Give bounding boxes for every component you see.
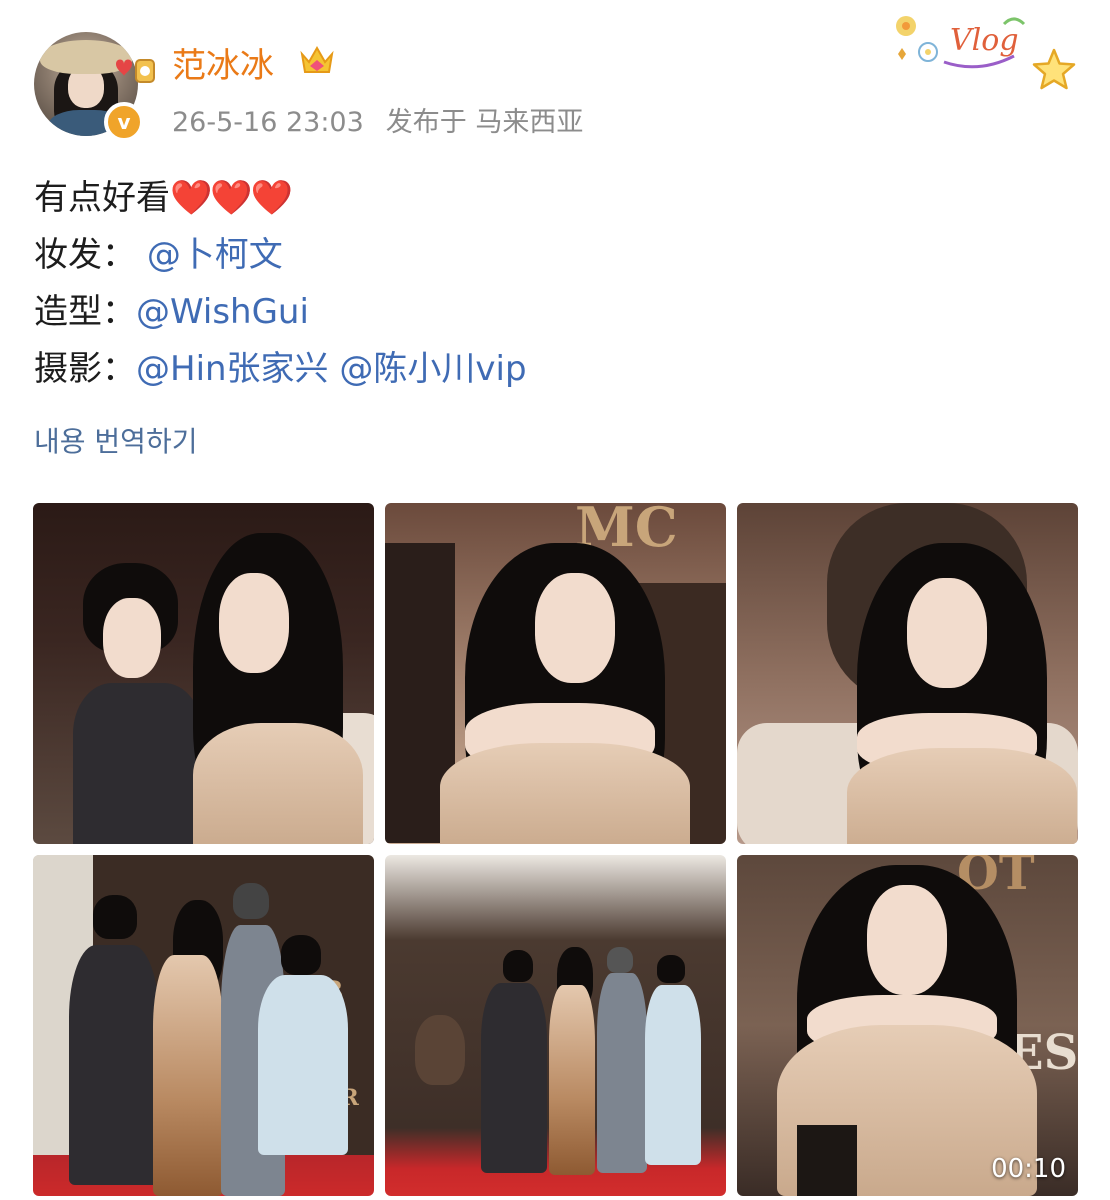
photo-figure — [549, 985, 595, 1175]
mention-makeup[interactable]: @卜柯文 — [147, 235, 283, 275]
photo-thumbnail-5[interactable] — [385, 855, 726, 1196]
photo-thumbnail-1[interactable] — [33, 503, 374, 844]
makeup-label: 妆发： — [34, 235, 136, 275]
photo-label: 摄影： — [34, 349, 136, 389]
avatar-frame-decoration-icon — [116, 59, 155, 83]
mention-photographer-2[interactable]: @陈小川vip — [339, 349, 526, 389]
photo-figure — [69, 945, 159, 1185]
photo-figure — [867, 885, 947, 995]
post-line-makeup: 妆发： @卜柯文 — [34, 227, 527, 284]
video-thumbnail[interactable]: OT ES 00:10 — [737, 855, 1078, 1196]
photo-figure — [193, 723, 363, 844]
photo-figure — [415, 1015, 465, 1085]
styling-label: 造型： — [34, 292, 136, 332]
photo-figure — [440, 743, 690, 844]
photo-figure — [503, 950, 533, 982]
photo-figure — [797, 1125, 857, 1196]
photo-figure — [93, 895, 137, 939]
photo-figure — [281, 935, 321, 975]
photo-figure — [847, 748, 1077, 844]
photo-figure — [258, 975, 348, 1155]
photo-figure — [73, 683, 203, 844]
post-location: 发布于 马来西亚 — [385, 107, 584, 138]
post-meta: 26-5-16 23:03 发布于 马来西亚 — [172, 100, 583, 139]
photo-figure — [907, 578, 987, 688]
star-icon — [1032, 48, 1076, 90]
photo-thumbnail-4[interactable]: R B NFER — [33, 855, 374, 1196]
photo-figure — [233, 883, 269, 919]
crown-icon — [300, 45, 334, 73]
vlog-sticker-text: Vlog — [950, 23, 1019, 58]
photo-thumbnail-3[interactable] — [737, 503, 1078, 844]
translate-link[interactable]: 내용 번역하기 — [34, 420, 197, 460]
verified-badge-text: v — [117, 110, 131, 134]
photo-figure — [219, 573, 289, 673]
post-line-styling: 造型：@WishGui — [34, 284, 527, 341]
photo-figure — [535, 573, 615, 683]
photo-figure — [657, 955, 685, 983]
post-timestamp: 26-5-16 23:03 — [172, 107, 364, 138]
post-line-photo: 摄影：@Hin张家兴 @陈小川vip — [34, 341, 527, 398]
post-line-1: 有点好看❤️❤️❤️ — [34, 170, 527, 227]
photo-figure — [607, 947, 633, 973]
photo-figure — [645, 985, 701, 1165]
mention-photographer-1[interactable]: @Hin张家兴 — [136, 349, 329, 389]
mention-styling[interactable]: @WishGui — [136, 292, 309, 332]
photo-figure — [481, 983, 547, 1173]
user-name[interactable]: 范冰冰 — [172, 38, 274, 87]
heart-emoji-icon: ❤️❤️❤️ — [170, 178, 293, 218]
photo-thumbnail-2[interactable]: MC — [385, 503, 726, 844]
post-body: 有点好看❤️❤️❤️ 妆发： @卜柯文 造型：@WishGui 摄影：@Hin张… — [34, 170, 527, 398]
post-text: 有点好看 — [34, 178, 170, 218]
photo-figure — [103, 598, 161, 678]
photo-figure — [153, 955, 223, 1196]
verified-badge-icon: v — [104, 102, 144, 142]
vlog-sticker-icon: Vlog — [896, 16, 1026, 69]
video-duration: 00:10 — [991, 1154, 1066, 1184]
avatar-container[interactable]: v — [34, 32, 155, 144]
photo-figure — [597, 973, 647, 1173]
